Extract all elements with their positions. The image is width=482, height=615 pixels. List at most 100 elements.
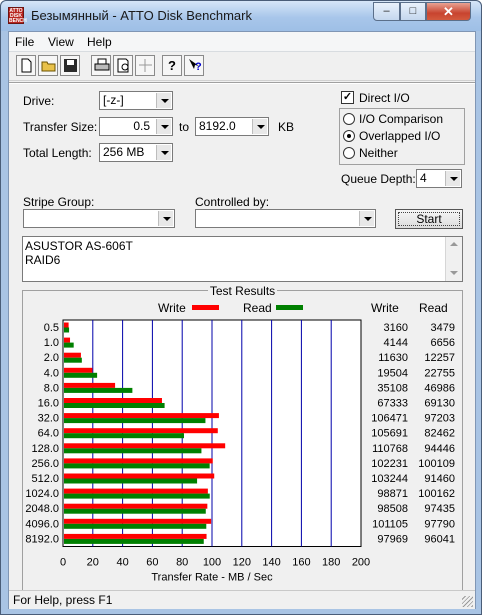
close-button[interactable]: ✕ [426, 2, 471, 21]
read-bar [64, 342, 74, 348]
chevron-down-icon[interactable] [156, 93, 171, 108]
x-tick-label: 0 [60, 557, 66, 569]
category-label: 8.0 [44, 382, 59, 394]
category-label: 0.5 [44, 322, 59, 334]
start-button-label: Start [398, 212, 460, 226]
write-bar [64, 352, 81, 358]
category-label: 512.0 [31, 473, 59, 485]
x-tick-label: 100 [203, 557, 221, 569]
read-value: 100109 [418, 458, 455, 470]
io-comparison-label: I/O Comparison [359, 112, 444, 126]
direct-io-checkbox[interactable]: ✓ [341, 91, 354, 104]
drive-value: [-z-] [103, 93, 124, 107]
write-value: 19504 [377, 367, 408, 379]
menu-view[interactable]: View [48, 35, 74, 49]
category-label: 16.0 [38, 398, 59, 410]
transfer-rate-chart: 0 20 40 60 80 100 120 140 160 180 200 Transfer Rate… [25, 319, 455, 584]
total-length-value: 256 MB [103, 145, 145, 159]
x-axis-label: Transfer Rate - MB / Sec [151, 572, 273, 584]
read-bar [64, 523, 207, 529]
chevron-down-icon[interactable] [252, 119, 267, 134]
write-legend-label: Write [158, 301, 186, 315]
read-value: 46986 [424, 382, 455, 394]
write-value: 103244 [371, 473, 408, 485]
read-legend-swatch [276, 305, 303, 310]
stripe-group-label: Stripe Group: [23, 195, 95, 209]
write-bar [64, 382, 116, 388]
transfer-unit-label: KB [278, 120, 295, 134]
io-comparison-radio[interactable] [343, 113, 355, 125]
maximize-button[interactable]: □ [400, 2, 426, 21]
x-tick-label: 40 [116, 557, 128, 569]
write-value: 110768 [372, 443, 408, 455]
read-value: 69130 [424, 398, 455, 410]
scroll-up-icon[interactable] [450, 242, 458, 246]
print-icon[interactable] [91, 55, 111, 76]
chevron-down-icon[interactable] [156, 145, 171, 160]
write-legend-swatch [192, 305, 219, 310]
x-tick-label: 200 [352, 557, 370, 569]
status-text: For Help, press F1 [13, 593, 113, 607]
write-value: 105691 [371, 428, 408, 440]
minimize-button[interactable]: – [373, 2, 400, 21]
description-textarea[interactable]: ASUSTOR AS-606T RAID6 [22, 236, 463, 282]
category-label: 32.0 [38, 413, 59, 425]
read-bar [64, 478, 198, 484]
read-value: 82462 [424, 428, 455, 440]
chevron-down-icon[interactable] [445, 171, 460, 186]
write-value: 11630 [378, 352, 408, 364]
menu-help[interactable]: Help [87, 35, 112, 49]
save-icon[interactable] [60, 55, 80, 76]
read-value: 3479 [431, 322, 455, 334]
read-value: 94446 [424, 443, 455, 455]
help-icon[interactable]: ? [162, 55, 182, 76]
resize-grip-icon[interactable] [462, 596, 473, 607]
chevron-down-icon[interactable] [359, 211, 374, 226]
new-icon[interactable] [16, 55, 36, 76]
read-bar [64, 448, 202, 454]
write-bar [64, 337, 71, 343]
stripe-group-select[interactable] [23, 209, 175, 228]
transfer-size-to-select[interactable]: 8192.0 [195, 117, 269, 136]
print-preview-icon[interactable] [113, 55, 133, 76]
read-value: 100162 [418, 488, 455, 500]
read-legend-label: Read [243, 301, 272, 315]
neither-radio[interactable] [343, 147, 355, 159]
scroll-down-icon[interactable] [450, 271, 458, 275]
read-value: 91460 [424, 473, 455, 485]
write-bar [64, 413, 219, 419]
read-bar [64, 463, 210, 469]
read-value: 96041 [424, 533, 455, 545]
drive-label: Drive: [23, 94, 55, 108]
description-line-2: RAID6 [25, 253, 61, 267]
read-bar [64, 357, 82, 363]
move-icon[interactable] [135, 55, 155, 76]
description-scrollbar[interactable] [445, 237, 462, 281]
total-length-select[interactable]: 256 MB [99, 143, 173, 162]
chevron-down-icon[interactable] [158, 211, 173, 226]
status-bar: For Help, press F1 [9, 590, 475, 609]
read-bar [64, 538, 204, 544]
write-value: 3160 [384, 322, 408, 334]
menu-bar: File View Help [9, 32, 475, 52]
client-area: File View Help ? ? Drive: [-z-] Transfer… [8, 31, 476, 609]
menu-file[interactable]: File [15, 35, 34, 49]
category-label: 4096.0 [25, 518, 59, 530]
drive-select[interactable]: [-z-] [99, 91, 173, 110]
overlapped-io-radio[interactable] [343, 130, 355, 142]
atto-app-icon: ATTO DISK BENCH [8, 7, 27, 24]
write-value: 106471 [371, 413, 408, 425]
controlled-by-select[interactable] [195, 209, 376, 228]
chevron-down-icon[interactable] [156, 119, 171, 134]
toolbar-separator [9, 82, 475, 84]
context-help-icon[interactable]: ? [184, 55, 204, 76]
title-bar[interactable]: ATTO DISK BENCH Безымянный - ATTO Disk B… [1, 1, 481, 31]
open-icon[interactable] [38, 55, 58, 76]
category-label: 2.0 [44, 352, 59, 364]
transfer-size-from-select[interactable]: 0.5 [99, 117, 173, 136]
write-bar [64, 473, 215, 479]
queue-depth-select[interactable]: 4 [416, 169, 462, 188]
start-button[interactable]: Start [395, 209, 463, 229]
direct-io-label: Direct I/O [359, 91, 410, 105]
category-label: 64.0 [38, 428, 59, 440]
